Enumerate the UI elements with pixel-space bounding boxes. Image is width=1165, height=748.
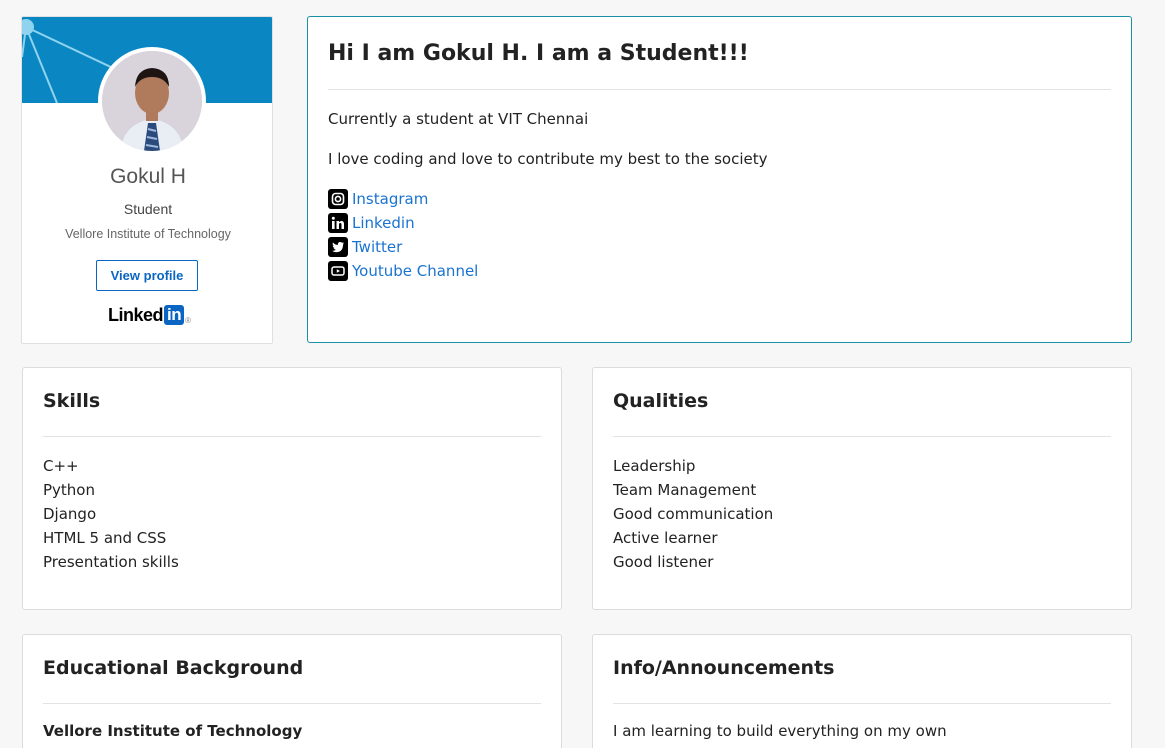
instagram-icon [328,189,348,209]
qualities-list: Leadership Team Management Good communic… [613,454,773,574]
education-item: Vellore Institute of Technology [43,722,303,740]
twitter-link[interactable]: Twitter [352,238,402,256]
list-item: Python [43,481,95,499]
linkedin-logo-registered: ® [185,315,191,325]
youtube-link[interactable]: Youtube Channel [352,262,478,280]
list-item: Team Management [613,481,757,499]
linkedin-badge: Gokul H Student Vellore Institute of Tec… [21,16,273,344]
qualities-heading: Qualities [613,390,709,412]
list-item: Presentation skills [43,553,179,571]
education-divider [43,703,541,704]
social-link-linkedin[interactable]: Linkedin [328,213,415,233]
twitter-icon [328,237,348,257]
qualities-card: Qualities Leadership Team Management Goo… [592,367,1132,610]
list-item: Django [43,505,97,523]
profile-name: Gokul H [110,165,186,188]
linkedin-link[interactable]: Linkedin [352,214,415,232]
announcement-item: I am learning to build everything on my … [613,722,947,740]
list-item: Active learner [613,529,718,547]
info-divider [613,703,1111,704]
info-heading: Info/Announcements [613,657,835,679]
social-link-youtube[interactable]: Youtube Channel [328,261,478,281]
education-card: Educational Background Vellore Institute… [22,634,562,748]
list-item: Good communication [613,505,774,523]
skills-card: Skills C++ Python Django HTML 5 and CSS … [22,367,562,610]
intro-heading: Hi I am Gokul H. I am a Student!!! [328,41,749,66]
view-profile-button[interactable]: View profile [96,260,198,291]
list-item: C++ [43,457,79,475]
youtube-icon [328,261,348,281]
list-item: Good listener [613,553,714,571]
linkedin-logo[interactable]: Linked in ® [108,304,191,326]
intro-card: Hi I am Gokul H. I am a Student!!! Curre… [307,16,1132,343]
list-item: Leadership [613,457,696,475]
list-item: HTML 5 and CSS [43,529,167,547]
instagram-link[interactable]: Instagram [352,190,428,208]
skills-divider [43,436,541,437]
skills-list: C++ Python Django HTML 5 and CSS Present… [43,454,179,574]
linkedin-logo-in: in [164,305,185,325]
profile-organization: Vellore Institute of Technology [65,227,231,241]
avatar [98,47,206,155]
intro-divider [328,89,1111,90]
linkedin-icon [328,213,348,233]
info-card: Info/Announcements I am learning to buil… [592,634,1132,748]
intro-line-2: I love coding and love to contribute my … [328,150,768,168]
linkedin-logo-text: Linked [108,304,164,325]
skills-heading: Skills [43,390,101,412]
qualities-divider [613,436,1111,437]
intro-line-1: Currently a student at VIT Chennai [328,110,589,128]
education-heading: Educational Background [43,657,304,679]
social-link-twitter[interactable]: Twitter [328,237,402,257]
profile-title: Student [123,201,173,217]
social-link-instagram[interactable]: Instagram [328,189,428,209]
